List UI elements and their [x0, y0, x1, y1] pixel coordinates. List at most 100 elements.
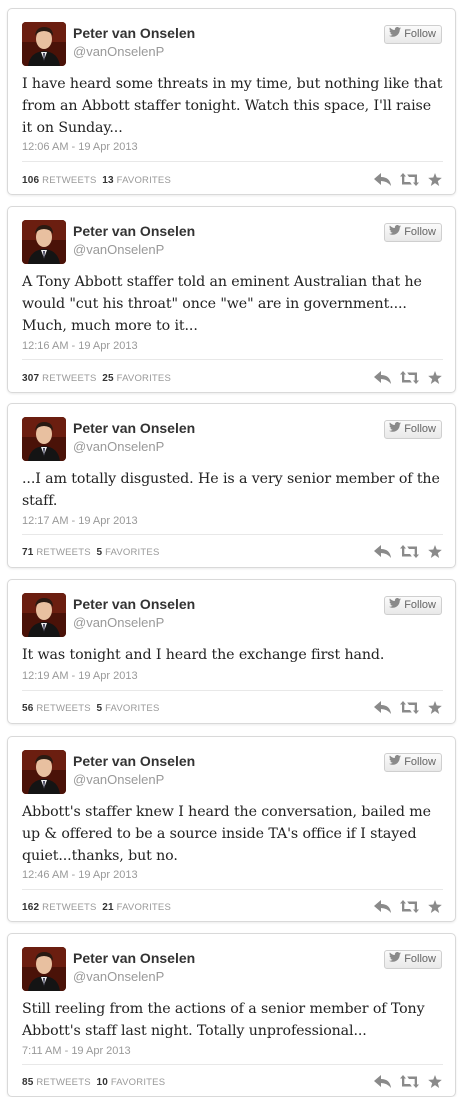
reply-icon[interactable] — [374, 701, 391, 714]
favorite-count[interactable]: 10 — [96, 1077, 108, 1088]
tweet-timestamp[interactable]: 7:11 AM - 19 Apr 2013 — [22, 1045, 131, 1057]
favorite-count[interactable]: 5 — [96, 547, 102, 558]
retweet-count[interactable]: 162 — [22, 902, 39, 913]
retweets-label[interactable]: RETWEETS — [42, 373, 96, 384]
favorite-count[interactable]: 13 — [102, 175, 114, 186]
retweet-icon[interactable] — [400, 173, 419, 186]
divider — [22, 359, 443, 360]
tweet-stats: 307 RETWEETS 25 FAVORITES — [22, 373, 171, 384]
favorite-star-icon[interactable] — [428, 173, 442, 186]
retweet-count[interactable]: 106 — [22, 175, 39, 186]
divider — [22, 534, 443, 535]
reply-icon[interactable] — [374, 545, 391, 558]
favorite-star-icon[interactable] — [428, 371, 442, 384]
tweet-card: Peter van Onselen @vanOnselenP Follow I … — [7, 8, 456, 195]
retweet-count[interactable]: 71 — [22, 547, 34, 558]
tweet-text: Abbott's staffer knew I heard the conver… — [22, 804, 431, 864]
reply-icon[interactable] — [374, 900, 391, 913]
favorites-label[interactable]: FAVORITES — [111, 1077, 165, 1088]
tweet-text: It was tonight and I heard the exchange … — [22, 647, 385, 663]
follow-label: Follow — [404, 953, 436, 965]
twitter-bird-icon — [389, 26, 402, 43]
reply-icon[interactable] — [374, 173, 391, 186]
tweet-text: ...I am totally disgusted. He is a very … — [22, 471, 440, 509]
tweet-timestamp[interactable]: 12:06 AM - 19 Apr 2013 — [22, 141, 138, 153]
favorites-label[interactable]: FAVORITES — [117, 373, 171, 384]
author-name[interactable]: Peter van Onselen — [73, 420, 195, 436]
favorite-star-icon[interactable] — [428, 701, 442, 714]
tweet-actions — [374, 701, 442, 714]
tweet-timestamp[interactable]: 12:19 AM - 19 Apr 2013 — [22, 670, 138, 682]
retweet-icon[interactable] — [400, 900, 419, 913]
tweet-timestamp[interactable]: 12:16 AM - 19 Apr 2013 — [22, 340, 138, 352]
tweet-stats: 56 RETWEETS 5 FAVORITES — [22, 703, 159, 714]
tweet-actions — [374, 545, 442, 558]
favorites-label[interactable]: FAVORITES — [105, 547, 159, 558]
tweet-card: Peter van Onselen @vanOnselenP Follow St… — [7, 933, 456, 1097]
tweet-card: Peter van Onselen @vanOnselenP Follow Ab… — [7, 736, 456, 922]
follow-button[interactable]: Follow — [384, 420, 442, 439]
tweet-actions — [374, 1075, 442, 1088]
author-handle[interactable]: @vanOnselenP — [73, 242, 164, 257]
divider — [22, 889, 443, 890]
favorite-star-icon[interactable] — [428, 545, 442, 558]
author-name[interactable]: Peter van Onselen — [73, 950, 195, 966]
author-handle[interactable]: @vanOnselenP — [73, 969, 164, 984]
reply-icon[interactable] — [374, 1075, 391, 1088]
retweets-label[interactable]: RETWEETS — [42, 175, 96, 186]
tweet-card: Peter van Onselen @vanOnselenP Follow It… — [7, 579, 456, 724]
retweet-icon[interactable] — [400, 1075, 419, 1088]
follow-button[interactable]: Follow — [384, 25, 442, 44]
follow-button[interactable]: Follow — [384, 950, 442, 969]
author-handle[interactable]: @vanOnselenP — [73, 615, 164, 630]
follow-button[interactable]: Follow — [384, 596, 442, 615]
author-handle[interactable]: @vanOnselenP — [73, 44, 164, 59]
follow-label: Follow — [404, 28, 436, 40]
retweets-label[interactable]: RETWEETS — [42, 902, 96, 913]
tweet-stats: 85 RETWEETS 10 FAVORITES — [22, 1077, 165, 1088]
retweet-count[interactable]: 56 — [22, 703, 34, 714]
follow-label: Follow — [404, 599, 436, 611]
retweets-label[interactable]: RETWEETS — [36, 1077, 90, 1088]
tweet-timestamp[interactable]: 12:17 AM - 19 Apr 2013 — [22, 515, 138, 527]
twitter-bird-icon — [389, 597, 402, 614]
favorites-label[interactable]: FAVORITES — [105, 703, 159, 714]
retweet-icon[interactable] — [400, 701, 419, 714]
favorite-count[interactable]: 5 — [96, 703, 102, 714]
avatar[interactable] — [22, 417, 66, 461]
author-name[interactable]: Peter van Onselen — [73, 223, 195, 239]
avatar[interactable] — [22, 750, 66, 794]
retweets-label[interactable]: RETWEETS — [36, 703, 90, 714]
divider — [22, 161, 443, 162]
divider — [22, 690, 443, 691]
avatar[interactable] — [22, 947, 66, 991]
author-name[interactable]: Peter van Onselen — [73, 753, 195, 769]
tweet-timestamp[interactable]: 12:46 AM - 19 Apr 2013 — [22, 869, 138, 881]
retweet-count[interactable]: 85 — [22, 1077, 34, 1088]
follow-button[interactable]: Follow — [384, 223, 442, 242]
avatar[interactable] — [22, 22, 66, 66]
retweet-count[interactable]: 307 — [22, 373, 39, 384]
favorites-label[interactable]: FAVORITES — [117, 175, 171, 186]
favorites-label[interactable]: FAVORITES — [117, 902, 171, 913]
twitter-bird-icon — [389, 951, 402, 968]
author-name[interactable]: Peter van Onselen — [73, 596, 195, 612]
avatar[interactable] — [22, 593, 66, 637]
author-handle[interactable]: @vanOnselenP — [73, 439, 164, 454]
favorite-count[interactable]: 21 — [102, 902, 114, 913]
reply-icon[interactable] — [374, 371, 391, 384]
divider — [22, 1064, 443, 1065]
author-handle[interactable]: @vanOnselenP — [73, 772, 164, 787]
avatar[interactable] — [22, 220, 66, 264]
author-name[interactable]: Peter van Onselen — [73, 25, 195, 41]
favorite-star-icon[interactable] — [428, 1075, 442, 1088]
tweet-actions — [374, 173, 442, 186]
favorite-count[interactable]: 25 — [102, 373, 114, 384]
follow-label: Follow — [404, 423, 436, 435]
follow-button[interactable]: Follow — [384, 753, 442, 772]
favorite-star-icon[interactable] — [428, 900, 442, 913]
retweet-icon[interactable] — [400, 545, 419, 558]
tweet-text: Still reeling from the actions of a seni… — [22, 1001, 425, 1039]
retweet-icon[interactable] — [400, 371, 419, 384]
retweets-label[interactable]: RETWEETS — [36, 547, 90, 558]
